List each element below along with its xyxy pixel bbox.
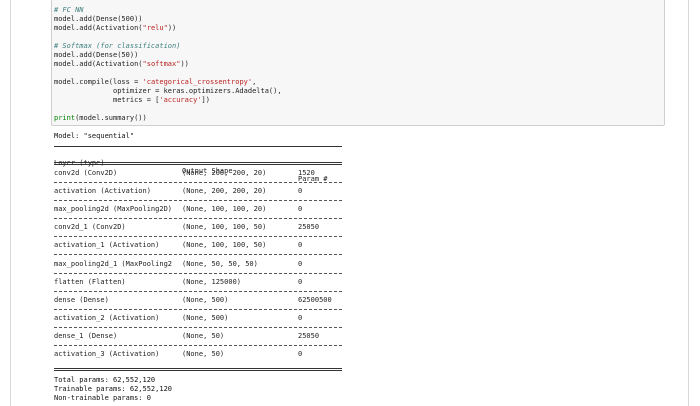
layer-name: activation (Activation) <box>54 187 151 195</box>
code-line[interactable]: metrics = ['accuracy']) <box>54 96 210 104</box>
code-string: 'accuracy' <box>159 96 202 104</box>
code-line[interactable]: model.add(Dense(50)) <box>54 51 138 59</box>
code-text: ]) <box>201 96 210 104</box>
row-separator <box>54 309 342 310</box>
table-row: activation (Activation) (None, 200, 200, … <box>54 187 342 195</box>
output-shape: (None, 50) <box>182 350 225 358</box>
table-row: max_pooling2d (MaxPooling2D) (None, 100, … <box>54 205 342 213</box>
code-text: model.add(Activation( <box>54 60 143 68</box>
code-line[interactable]: model.add(Activation("relu")) <box>54 24 176 32</box>
code-text: )) <box>180 60 189 68</box>
layer-name: dense_1 (Dense) <box>54 332 118 340</box>
code-text: , <box>252 78 257 86</box>
code-text: model.add(Dense(50)) <box>54 51 139 59</box>
code-string: "softmax" <box>142 60 181 68</box>
layer-name: dense (Dense) <box>54 296 109 304</box>
table-header-rule <box>54 162 342 165</box>
code-text: )) <box>167 24 177 32</box>
layer-name: activation_2 (Activation) <box>54 314 160 322</box>
table-row: activation_2 (Activation) (None, 500) 0 <box>54 314 342 322</box>
table-bottom-rule <box>54 368 342 371</box>
param-count: 0 <box>298 241 303 249</box>
code-builtin: print <box>54 114 76 122</box>
code-string: "relu" <box>142 24 168 32</box>
output-shape: (None, 125000) <box>182 278 242 286</box>
code-text: model.add(Dense(500)) <box>54 15 143 23</box>
total-params: Total params: 62,552,120 <box>54 376 156 384</box>
non-trainable-params: Non-trainable params: 0 <box>54 394 151 402</box>
param-count: 0 <box>298 278 303 286</box>
code-line[interactable]: model.add(Activation("softmax")) <box>54 60 189 68</box>
table-header: Layer (type) Output Shape Param # <box>54 151 342 183</box>
output-shape: (None, 500) <box>182 296 229 304</box>
table-row: flatten (Flatten) (None, 125000) 0 <box>54 278 342 286</box>
layer-name: conv2d_1 (Conv2D) <box>54 223 126 231</box>
table-top-rule <box>54 146 342 147</box>
param-count: 0 <box>298 350 303 358</box>
layer-name: activation_3 (Activation) <box>54 350 160 358</box>
param-count: 25050 <box>298 332 320 340</box>
code-line[interactable]: print(model.summary()) <box>54 114 147 122</box>
output-shape: (None, 100, 100, 50) <box>182 223 267 231</box>
row-separator <box>54 291 342 292</box>
row-separator <box>54 254 342 255</box>
code-line[interactable]: optimizer = keras.optimizers.Adadelta(), <box>54 87 282 95</box>
table-row: conv2d_1 (Conv2D) (None, 100, 100, 50) 250… <box>54 223 342 231</box>
code-text: model.compile(loss = <box>54 78 143 86</box>
code-text: metrics = [ <box>54 96 160 104</box>
output-shape: (None, 100, 100, 20) <box>182 205 267 213</box>
param-count: 0 <box>298 260 303 268</box>
param-count: 62500500 <box>298 296 332 304</box>
code-text: optimizer = keras.optimizers.Adadelta(), <box>54 87 282 95</box>
layer-name: max_pooling2d (MaxPooling2D) <box>54 205 173 213</box>
param-count: 1520 <box>298 169 315 177</box>
code-string: 'categorical_crossentropy' <box>142 78 253 86</box>
param-count: 0 <box>298 205 303 213</box>
output-shape: (None, 200, 200, 20) <box>182 169 267 177</box>
param-count: 0 <box>298 314 303 322</box>
output-shape: (None, 100, 100, 50) <box>182 241 267 249</box>
row-separator <box>54 200 342 201</box>
layer-name: flatten (Flatten) <box>54 278 126 286</box>
row-separator <box>54 236 342 237</box>
model-title: Model: "sequential" <box>54 132 135 140</box>
table-row: conv2d (Conv2D) (None, 200, 200, 20) 1520 <box>54 169 342 177</box>
row-separator <box>54 327 342 328</box>
output-shape: (None, 50) <box>182 332 225 340</box>
code-text: (model.summary()) <box>75 114 147 122</box>
table-row: max_pooling2d_1 (MaxPooling2 (None, 50, 5… <box>54 260 342 268</box>
page-border-right <box>688 0 689 406</box>
param-count: 0 <box>298 187 303 195</box>
page-border-left <box>10 0 11 406</box>
param-count: 25050 <box>298 223 320 231</box>
layer-name: activation_1 (Activation) <box>54 241 160 249</box>
code-comment: # FC NN <box>54 6 84 14</box>
output-shape: (None, 200, 200, 20) <box>182 187 267 195</box>
layer-name: conv2d (Conv2D) <box>54 169 118 177</box>
code-comment: # Softmax (for classification) <box>54 42 181 50</box>
code-line[interactable]: model.add(Dense(500)) <box>54 15 143 23</box>
table-row: activation_3 (Activation) (None, 50) 0 <box>54 350 342 358</box>
trainable-params: Trainable params: 62,552,120 <box>54 385 173 393</box>
row-separator <box>54 182 342 183</box>
code-line[interactable]: # Softmax (for classification) <box>54 42 180 50</box>
code-line[interactable]: model.compile(loss = 'categorical_crosse… <box>54 78 256 86</box>
row-separator <box>54 273 342 274</box>
table-row: dense_1 (Dense) (None, 50) 25050 <box>54 332 342 340</box>
output-shape: (None, 500) <box>182 314 229 322</box>
layer-name: max_pooling2d_1 (MaxPooling2 <box>54 260 173 268</box>
code-text: model.add(Activation( <box>54 24 143 32</box>
table-row: activation_1 (Activation) (None, 100, 100… <box>54 241 342 249</box>
row-separator <box>54 218 342 219</box>
output-shape: (None, 50, 50, 50) <box>182 260 258 268</box>
code-line[interactable]: # FC NN <box>54 6 84 14</box>
table-row: dense (Dense) (None, 500) 62500500 <box>54 296 342 304</box>
row-separator <box>54 345 342 346</box>
